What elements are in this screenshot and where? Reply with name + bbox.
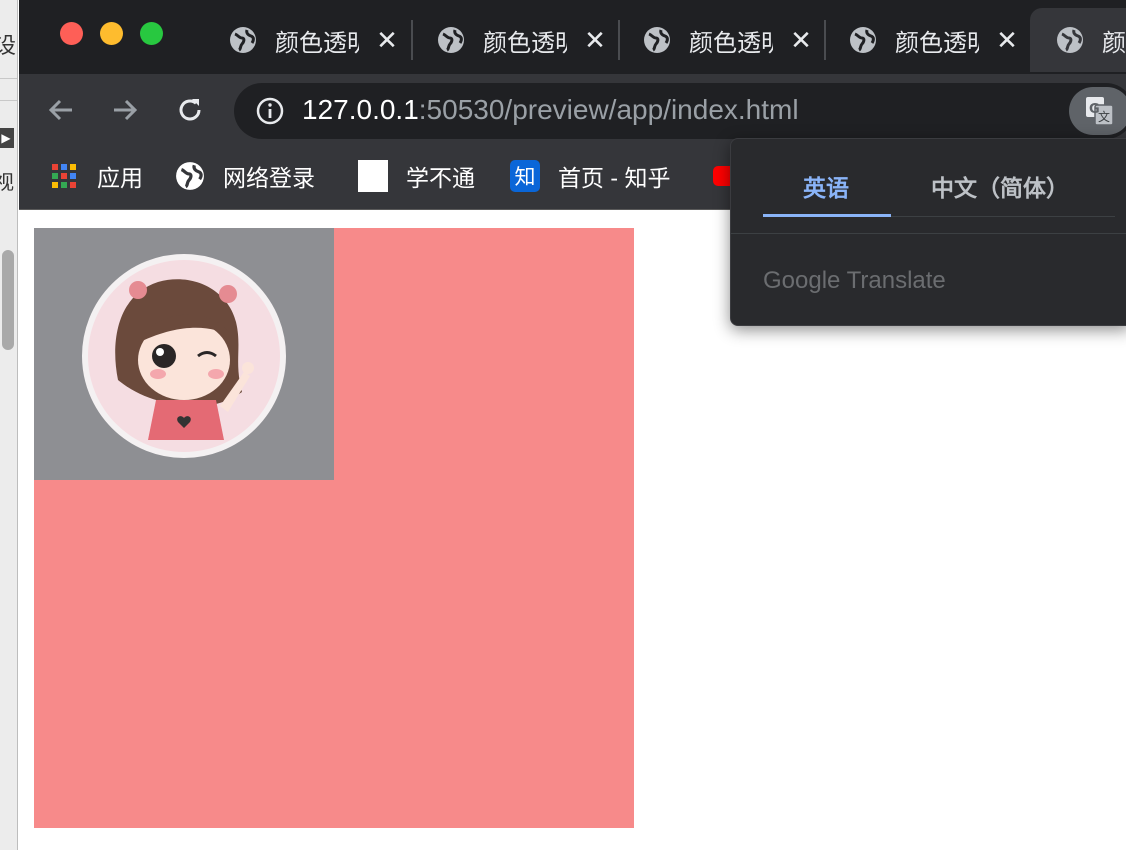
tab-active[interactable]: 颜色透明 [1030,8,1126,72]
tab-title: 颜色透明 [483,29,567,57]
url-text[interactable]: 127.0.0.1:50530/preview/app/index.html [302,94,799,126]
avatar-image [82,254,286,458]
back-button[interactable] [43,92,79,128]
divider [731,233,1126,234]
bookmark-label: 首页 - 知乎 [558,165,671,191]
tab-title: 颜色透明 [689,29,773,57]
tab[interactable]: 颜色透明 ✕ [849,8,1019,72]
bookmark-label: 应用 [97,165,143,191]
reload-button[interactable] [172,92,208,128]
close-tab-icon[interactable]: ✕ [995,25,1019,56]
svg-text:文: 文 [1098,109,1110,124]
tab-separator [618,20,620,60]
bookmark-network-login[interactable]: 网络登录 [175,158,315,194]
browser-window: 颜色透明 ✕ 颜色透明 ✕ 颜色透明 ✕ 颜色透明 ✕ 颜色透明 [19,0,1126,850]
tab[interactable]: 颜色透明 ✕ [437,8,607,72]
url-host: 127.0.0.1 [302,94,419,125]
tab-separator [411,20,413,60]
bookmark-xuebutong[interactable]: 学不通 [358,158,475,194]
translate-icon: G文 [1086,97,1114,126]
tab-title: 颜色透明 [275,29,359,57]
tab-title: 颜色透明 [895,29,979,57]
apps-grid-icon [49,161,79,191]
maximize-window-button[interactable] [140,22,163,45]
info-icon[interactable] [256,97,284,125]
close-window-button[interactable] [60,22,83,45]
bookmark-label: 学不通 [406,165,475,191]
cartoon-girl-image [88,260,280,452]
bookmark-apps[interactable]: 应用 [49,158,143,194]
zhihu-icon: 知 [510,160,540,192]
globe-icon [176,162,204,190]
arrow-left-icon [48,99,72,121]
tab-target-language[interactable]: 中文（简体） [931,169,1069,203]
globe-icon [230,27,256,53]
globe-icon [438,27,464,53]
globe-icon [850,27,876,53]
tab-separator [824,20,826,60]
play-icon: ▶ [0,128,14,148]
forward-button[interactable] [107,92,143,128]
reload-icon [179,99,201,121]
scrollbar-thumb[interactable] [2,250,14,350]
tab[interactable]: 颜色透明 ✕ [643,8,813,72]
background-text: 设 [0,28,16,60]
close-tab-icon[interactable]: ✕ [375,25,399,56]
close-tab-icon[interactable]: ✕ [789,25,813,56]
divider [0,100,17,101]
background-text: 视 [0,166,14,195]
tab-source-language[interactable]: 英语 [803,169,849,203]
toolbar: 127.0.0.1:50530/preview/app/index.html G… [19,74,1126,148]
translate-popup: 英语 中文（简体） Google Translate [730,138,1126,326]
tab-title: 颜色透明 [1102,29,1126,57]
active-tab-indicator [763,214,891,217]
google-translate-logo: Google Translate [763,267,946,294]
bookmark-zhihu[interactable]: 知 首页 - 知乎 [510,158,670,194]
white-square-icon [358,160,388,192]
tab-strip: 颜色透明 ✕ 颜色透明 ✕ 颜色透明 ✕ 颜色透明 ✕ 颜色透明 [19,0,1126,74]
minimize-window-button[interactable] [100,22,123,45]
divider [0,78,17,79]
close-tab-icon[interactable]: ✕ [583,25,607,56]
translate-button[interactable]: G文 [1069,87,1126,135]
bookmark-label: 网络登录 [223,165,315,191]
arrow-right-icon [114,99,138,121]
background-window-edge: 设 ▶ 视 [0,0,18,850]
tab[interactable]: 颜色透明 ✕ [229,8,399,72]
address-bar[interactable]: 127.0.0.1:50530/preview/app/index.html [234,83,1126,139]
url-path: :50530/preview/app/index.html [418,94,799,125]
gray-overlay-box [34,228,334,480]
globe-icon [644,27,670,53]
globe-icon [1057,27,1083,53]
